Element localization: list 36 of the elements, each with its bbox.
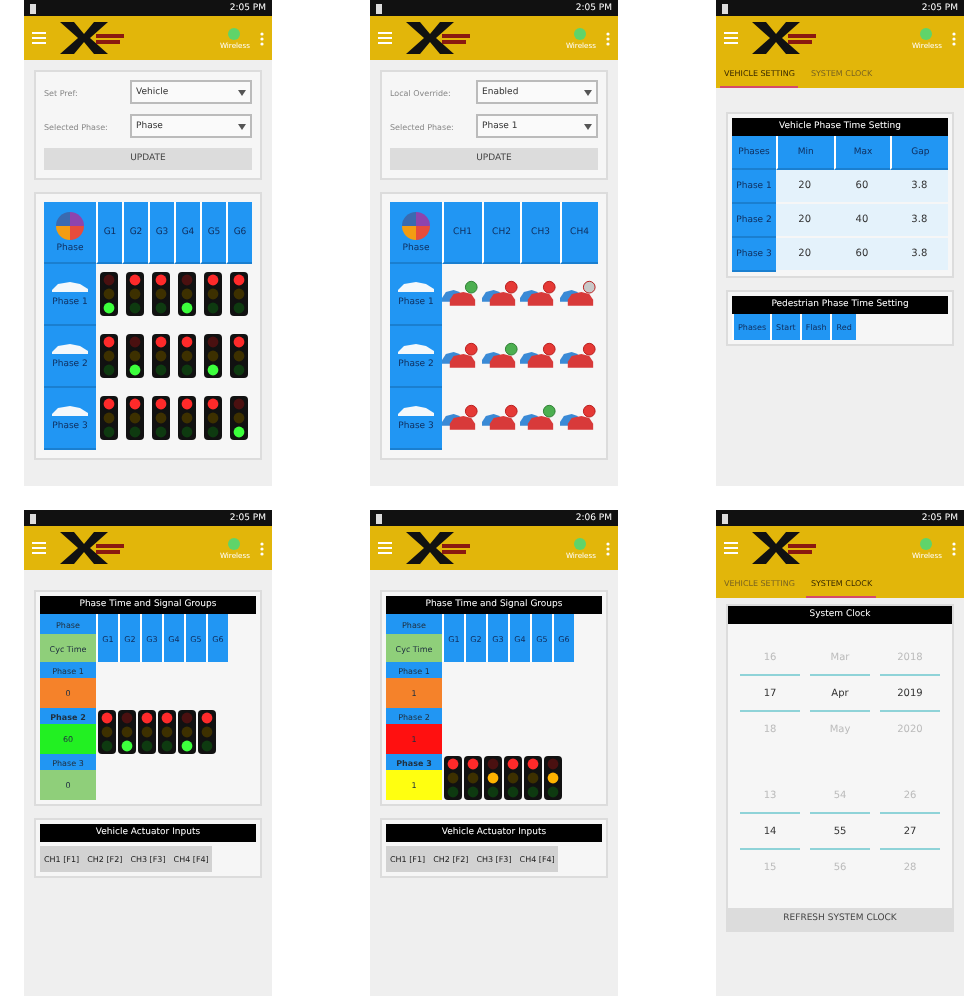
menu-icon[interactable] <box>378 542 392 554</box>
caret-icon <box>238 89 246 95</box>
menu-icon[interactable] <box>32 542 46 554</box>
caret-icon <box>584 123 592 129</box>
caret-icon <box>238 123 246 129</box>
notification-icon <box>376 3 382 13</box>
car-icon <box>398 280 434 294</box>
notification-icon <box>722 3 728 13</box>
notification-icon <box>376 513 382 523</box>
menu-icon[interactable] <box>724 32 738 44</box>
status-dot <box>228 27 241 39</box>
logo-icon <box>56 532 128 564</box>
status-dot <box>228 537 241 549</box>
notification-icon <box>30 3 36 13</box>
notification-icon <box>722 513 728 523</box>
logo-icon <box>748 22 820 54</box>
pie-chart-icon <box>402 211 430 239</box>
status-dot <box>574 537 587 549</box>
car-icon <box>52 342 88 356</box>
menu-icon[interactable] <box>724 542 738 554</box>
status-dot <box>574 27 587 39</box>
status-dot <box>920 537 933 549</box>
logo-icon <box>402 532 474 564</box>
car-icon <box>398 342 434 356</box>
menu-icon[interactable] <box>32 32 46 44</box>
car-icon <box>52 280 88 294</box>
car-icon <box>52 404 88 418</box>
status-dot <box>920 27 933 39</box>
caret-icon <box>584 89 592 95</box>
logo-icon <box>748 532 820 564</box>
car-icon <box>398 404 434 418</box>
logo-icon <box>402 22 474 54</box>
notification-icon <box>30 513 36 523</box>
pie-chart-icon <box>56 211 84 239</box>
menu-icon[interactable] <box>378 32 392 44</box>
logo-icon <box>56 22 128 54</box>
